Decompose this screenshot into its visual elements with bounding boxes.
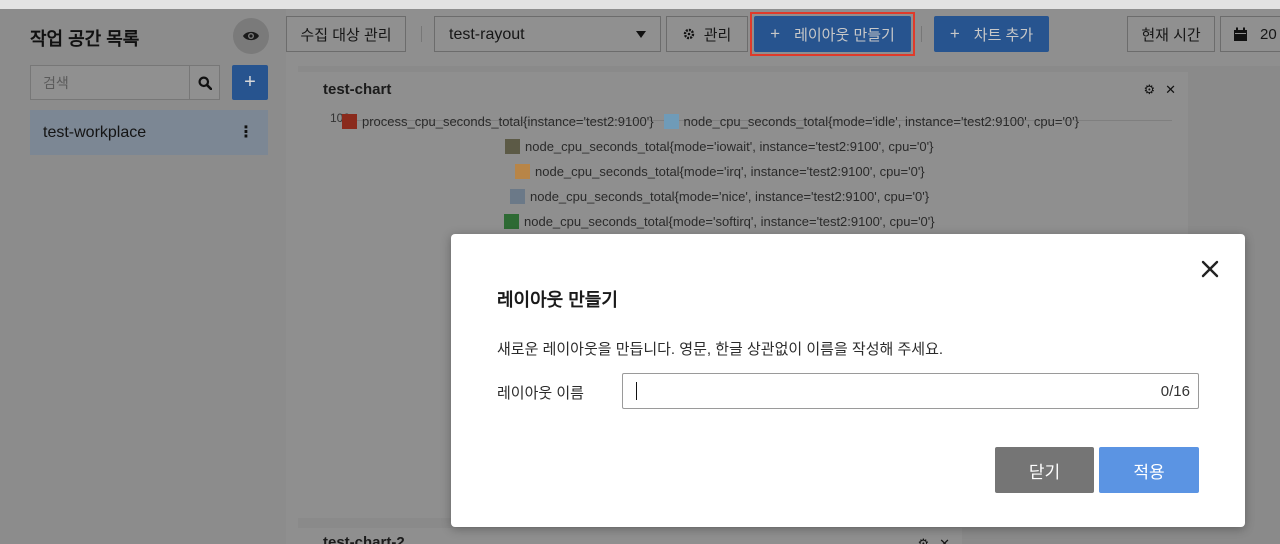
add-chart-button[interactable]: + 차트 추가 [934,16,1049,52]
legend-label: process_cpu_seconds_total{instance='test… [362,114,654,129]
layout-select-value: test-rayout [449,26,525,43]
close-icon[interactable]: ✕ [1165,82,1176,98]
current-time-label: 현재 시간 [1141,26,1201,44]
modal-title: 레이아웃 만들기 [497,290,618,310]
legend-label: node_cpu_seconds_total{mode='idle', inst… [683,114,1079,129]
sidebar-title: 작업 공간 목록 [30,29,140,49]
toolbar-divider [921,26,922,42]
toggle-visibility-button[interactable] [233,18,269,54]
legend-swatch [515,164,530,179]
panel-controls: ⚙ ✕ [917,536,950,544]
close-button[interactable]: 닫기 [995,447,1094,493]
char-counter: 0/16 [1160,383,1190,400]
collect-target-button[interactable]: 수집 대상 관리 [286,16,406,52]
manage-button[interactable]: 관리 [666,16,748,52]
layout-select[interactable]: test-rayout [434,16,661,52]
legend-label: node_cpu_seconds_total{mode='irq', insta… [535,164,925,179]
caret-down-icon [636,31,646,38]
text-cursor [636,382,637,400]
add-chart-label: 차트 추가 [973,26,1034,44]
legend-label: node_cpu_seconds_total{mode='softirq', i… [524,214,935,229]
gear-icon[interactable]: ⚙ [917,536,929,544]
close-icon[interactable]: ✕ [939,536,950,544]
date-range-button[interactable]: 20 [1220,16,1280,52]
legend-swatch [663,114,679,129]
legend-item[interactable]: process_cpu_seconds_total{instance='test… [342,114,1079,129]
manage-label: 관리 [703,26,732,44]
modal-close-button[interactable] [1199,258,1221,280]
close-icon [1201,260,1219,278]
date-label: 20 [1260,25,1277,43]
legend-label: node_cpu_seconds_total{mode='nice', inst… [530,189,930,204]
apply-button[interactable]: 적용 [1099,447,1199,493]
legend-item[interactable]: node_cpu_seconds_total{mode='nice', inst… [510,189,929,204]
create-layout-modal: 레이아웃 만들기 새로운 레이아웃을 만듭니다. 영문, 한글 상관없이 이름을… [451,234,1245,527]
sidebar-item-test-workplace[interactable]: test-workplace ⋮ [30,110,268,155]
sidebar: 작업 공간 목록 + test-workplace ⋮ [0,9,286,544]
legend-item[interactable]: node_cpu_seconds_total{mode='iowait', in… [505,139,933,154]
highlight-box [750,12,915,56]
collect-target-label: 수집 대상 관리 [300,26,392,44]
panel-title: test-chart [323,81,392,98]
legend-swatch [342,114,357,129]
modal-description: 새로운 레이아웃을 만듭니다. 영문, 한글 상관없이 이름을 작성해 주세요. [497,341,944,358]
gear-icon [683,28,694,40]
panel-controls: ⚙ ✕ [1143,82,1176,98]
panel-title: test-chart-2 [323,534,405,544]
search-button[interactable] [189,66,219,99]
legend-item[interactable]: node_cpu_seconds_total{mode='irq', insta… [515,164,925,179]
current-time-button[interactable]: 현재 시간 [1127,16,1215,52]
plus-icon: + [949,24,960,43]
more-menu-icon[interactable]: ⋮ [238,122,254,142]
search-box [30,65,220,100]
layout-name-label: 레이아웃 이름 [497,385,584,402]
legend-swatch [510,189,525,204]
top-strip [0,0,1280,9]
toolbar-divider [421,26,422,42]
layout-name-field: 0/16 [622,373,1199,409]
sidebar-item-label: test-workplace [43,124,147,141]
layout-name-input[interactable] [623,374,1143,408]
search-input[interactable] [31,66,191,99]
add-workspace-button[interactable]: + [232,65,268,100]
calendar-icon [1234,27,1247,41]
legend-label: node_cpu_seconds_total{mode='iowait', in… [525,139,934,154]
eye-icon [243,31,259,41]
legend-swatch [504,214,519,229]
chart-panel: test-chart-2 ⚙ ✕ [298,528,962,544]
search-icon [198,76,212,90]
legend-swatch [505,139,520,154]
legend-item[interactable]: node_cpu_seconds_total{mode='softirq', i… [504,214,935,229]
gear-icon[interactable]: ⚙ [1143,82,1155,98]
